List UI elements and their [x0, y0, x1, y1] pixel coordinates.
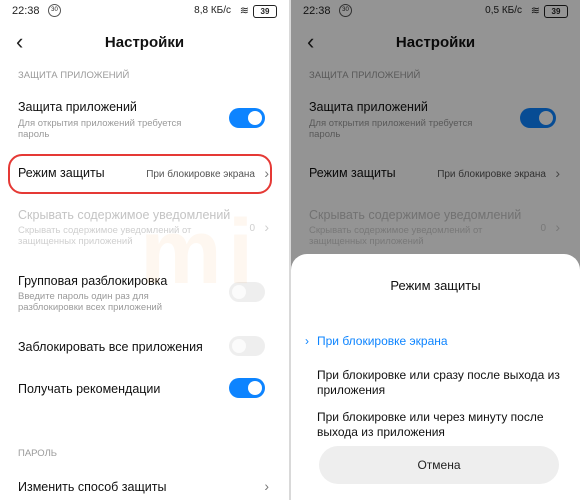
settings-screen-right: 22:38 30 0,5 КБ/с ≋ 39 ‹ Настройки ЗАЩИТ…: [291, 0, 580, 500]
option-immediately-after-exit[interactable]: При блокировке или сразу после выхода из…: [317, 368, 562, 398]
option-label: При блокировке или сразу после выхода из…: [317, 368, 560, 397]
battery-icon: 39: [253, 5, 277, 18]
app-protection-label: Защита приложений: [18, 100, 137, 114]
change-protection-method-row[interactable]: Изменить способ защиты ›: [0, 478, 289, 500]
cancel-button[interactable]: Отмена: [319, 446, 559, 484]
page-title: Настройки: [104, 34, 185, 51]
recommendations-row[interactable]: Получать рекомендации: [0, 378, 289, 402]
chevron-right-icon: ›: [264, 478, 269, 494]
hide-notification-content-row[interactable]: Скрывать содержимое уведомлений Скрывать…: [0, 206, 289, 250]
notification-count-icon: 30: [48, 4, 61, 17]
option-label: При блокировке или через минуту после вы…: [317, 410, 544, 439]
recommendations-label: Получать рекомендации: [18, 382, 161, 396]
hide-content-description: Скрывать содержимое уведомлений от защищ…: [18, 225, 192, 247]
option-one-minute-after-exit[interactable]: При блокировке или через минуту после вы…: [317, 410, 562, 440]
lock-all-toggle[interactable]: [229, 336, 265, 356]
group-unlock-label: Групповая разблокировка: [18, 274, 168, 288]
settings-screen-left: 22:38 30 8,8 КБ/с ≋ 39 ‹ Настройки ЗАЩИТ…: [0, 0, 289, 500]
recommendations-toggle[interactable]: [229, 378, 265, 398]
sheet-title: Режим защиты: [390, 278, 481, 293]
app-protection-row[interactable]: Защита приложений Для открытия приложени…: [0, 98, 289, 142]
option-on-screen-lock[interactable]: › При блокировке экрана: [305, 334, 562, 349]
app-protection-toggle[interactable]: [229, 108, 265, 128]
section-header-password: ПАРОЛЬ: [18, 448, 58, 459]
group-unlock-description: Введите пароль один раз для разблокировк…: [18, 291, 163, 313]
status-bar: 22:38 30 8,8 КБ/с ≋ 39: [0, 0, 289, 22]
option-label: При блокировке экрана: [317, 334, 448, 348]
section-header-app-protection: ЗАЩИТА ПРИЛОЖЕНИЙ: [18, 70, 130, 81]
status-time: 22:38: [12, 5, 40, 17]
lock-all-label: Заблокировать все приложения: [18, 340, 203, 354]
wifi-icon: ≋: [239, 5, 249, 17]
hide-content-label: Скрывать содержимое уведомлений: [18, 208, 231, 222]
change-method-label: Изменить способ защиты: [18, 480, 167, 494]
highlight-frame: [8, 154, 272, 194]
selected-chevron-icon: ›: [305, 334, 309, 348]
app-protection-description: Для открытия приложений требуется пароль: [18, 118, 182, 140]
protection-mode-sheet: Режим защиты › При блокировке экрана При…: [291, 254, 580, 500]
app-bar: ‹ Настройки: [0, 28, 289, 58]
network-speed: 8,8 КБ/с: [194, 5, 231, 16]
hide-content-value: 0: [249, 223, 255, 234]
group-unlock-toggle[interactable]: [229, 282, 265, 302]
chevron-right-icon: ›: [264, 219, 269, 235]
lock-all-apps-row[interactable]: Заблокировать все приложения: [0, 336, 289, 360]
group-unlock-row[interactable]: Групповая разблокировка Введите пароль о…: [0, 272, 289, 313]
